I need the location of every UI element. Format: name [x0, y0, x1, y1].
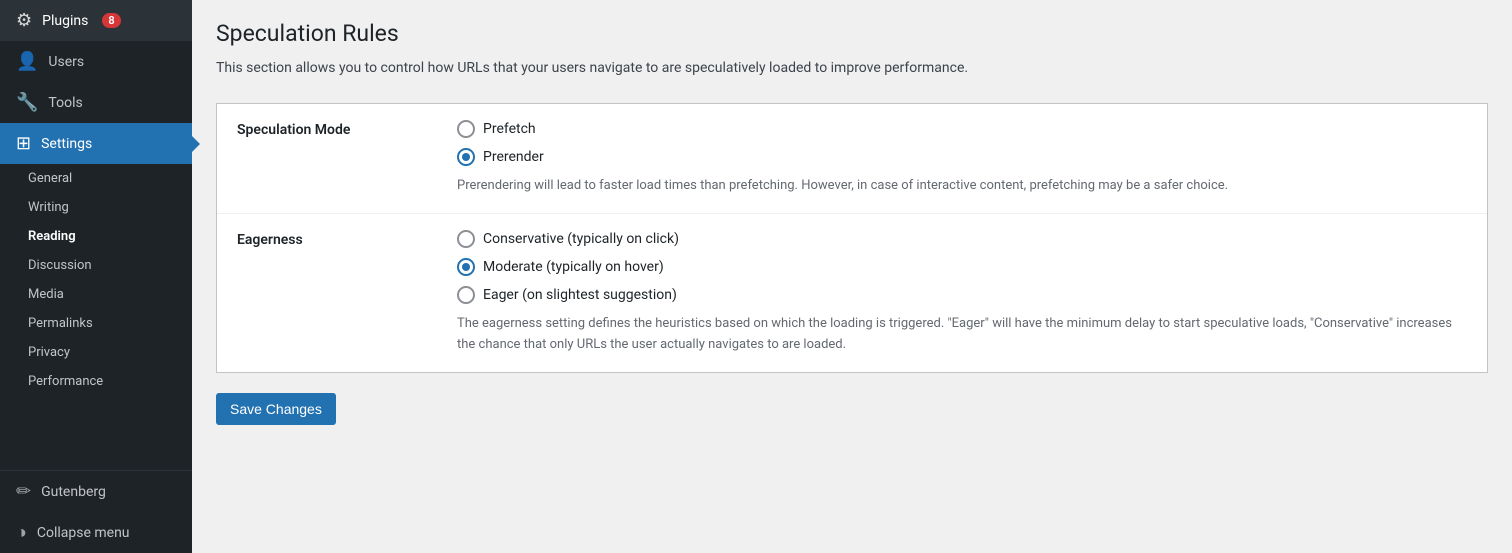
collapse-label: Collapse menu [37, 525, 130, 541]
sidebar-item-collapse[interactable]: ◑ Collapse menu [0, 512, 192, 553]
eager-label: Eager (on slightest suggestion) [483, 287, 677, 303]
sidebar-item-privacy[interactable]: Privacy [0, 338, 192, 367]
plugins-label: Plugins [42, 13, 88, 29]
speculation-mode-help: Prerendering will lead to faster load ti… [457, 176, 1467, 197]
eagerness-row: Eagerness Conservative (typically on cli… [217, 214, 1487, 372]
content-wrap: Speculation Rules This section allows yo… [216, 20, 1488, 425]
eager-radio[interactable] [457, 286, 475, 304]
gutenberg-label: Gutenberg [41, 484, 106, 500]
users-icon: 👤 [16, 51, 38, 72]
sidebar-item-gutenberg[interactable]: ✏ Gutenberg [0, 471, 192, 512]
settings-card: Speculation Mode Prefetch Prerender [216, 103, 1488, 372]
tools-icon: 🔧 [16, 92, 38, 113]
settings-submenu: General Writing Reading Discussion Media… [0, 164, 192, 396]
prefetch-radio[interactable] [457, 120, 475, 138]
page-title: Speculation Rules [216, 20, 1488, 47]
eagerness-label: Eagerness [237, 230, 457, 248]
speculation-mode-row: Speculation Mode Prefetch Prerender [217, 104, 1487, 214]
sidebar-item-users[interactable]: 👤 Users [0, 41, 192, 82]
prefetch-label: Prefetch [483, 121, 536, 137]
moderate-label: Moderate (typically on hover) [483, 259, 664, 275]
save-button[interactable]: Save Changes [216, 393, 336, 425]
conservative-radio[interactable] [457, 230, 475, 248]
prerender-option[interactable]: Prerender [457, 148, 1467, 166]
sidebar-item-tools[interactable]: 🔧 Tools [0, 82, 192, 123]
eagerness-control: Conservative (typically on click) Modera… [457, 230, 1467, 356]
sidebar-item-general[interactable]: General [0, 164, 192, 193]
collapse-icon: ◑ [16, 522, 27, 543]
tools-label: Tools [48, 95, 82, 111]
sidebar: ⚙ Plugins 8 👤 Users 🔧 Tools ⊞ Settings G… [0, 0, 192, 553]
moderate-option[interactable]: Moderate (typically on hover) [457, 258, 1467, 276]
speculation-mode-control: Prefetch Prerender Prerendering will lea… [457, 120, 1467, 197]
sidebar-item-writing[interactable]: Writing [0, 193, 192, 222]
users-label: Users [48, 54, 84, 70]
sidebar-item-discussion[interactable]: Discussion [0, 251, 192, 280]
main-content: Speculation Rules This section allows yo… [192, 0, 1512, 553]
eager-option[interactable]: Eager (on slightest suggestion) [457, 286, 1467, 304]
speculation-mode-options: Prefetch Prerender [457, 120, 1467, 166]
eagerness-help: The eagerness setting defines the heuris… [457, 314, 1467, 356]
plugins-icon: ⚙ [16, 10, 32, 31]
settings-chevron-icon [190, 134, 200, 154]
sidebar-item-permalinks[interactable]: Permalinks [0, 309, 192, 338]
settings-icon: ⊞ [16, 133, 31, 154]
conservative-label: Conservative (typically on click) [483, 231, 679, 247]
sidebar-item-media[interactable]: Media [0, 280, 192, 309]
sidebar-item-plugins[interactable]: ⚙ Plugins 8 [0, 0, 192, 41]
prerender-label: Prerender [483, 149, 544, 165]
eagerness-options: Conservative (typically on click) Modera… [457, 230, 1467, 304]
sidebar-bottom: ✏ Gutenberg ◑ Collapse menu [0, 470, 192, 553]
speculation-mode-label: Speculation Mode [237, 120, 457, 138]
sidebar-item-settings[interactable]: ⊞ Settings [0, 123, 192, 164]
conservative-option[interactable]: Conservative (typically on click) [457, 230, 1467, 248]
prefetch-option[interactable]: Prefetch [457, 120, 1467, 138]
sidebar-item-performance[interactable]: Performance [0, 367, 192, 396]
plugins-badge: 8 [102, 13, 120, 28]
prerender-radio[interactable] [457, 148, 475, 166]
section-description: This section allows you to control how U… [216, 57, 1488, 79]
sidebar-item-reading[interactable]: Reading [0, 222, 192, 251]
gutenberg-icon: ✏ [16, 481, 31, 502]
moderate-radio[interactable] [457, 258, 475, 276]
settings-label: Settings [41, 136, 92, 152]
